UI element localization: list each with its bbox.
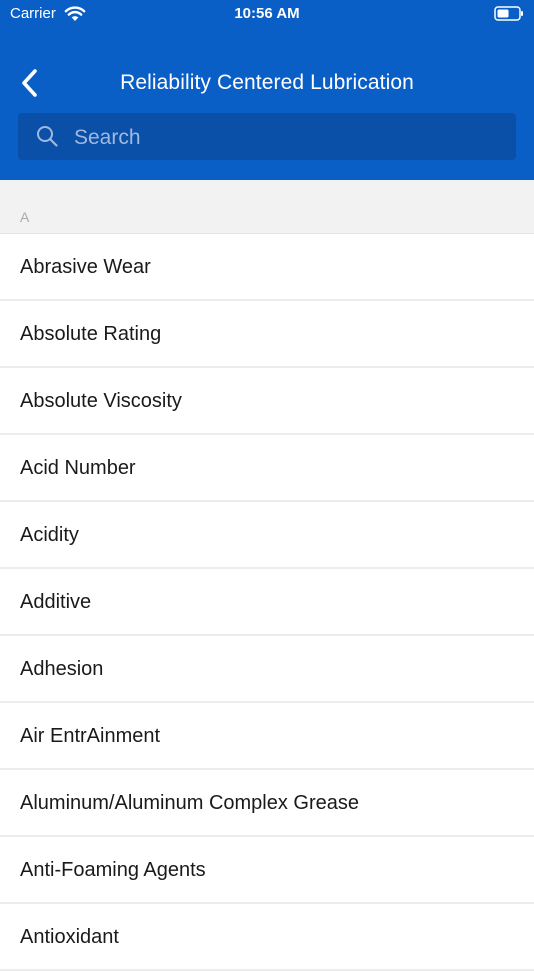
list-item[interactable]: Abrasive Wear xyxy=(0,234,534,301)
clock: 10:56 AM xyxy=(234,5,300,22)
list-item[interactable]: Acidity xyxy=(0,502,534,569)
list-item-label: Aluminum/Aluminum Complex Grease xyxy=(20,792,360,814)
list-item[interactable]: Air EntrAinment xyxy=(0,703,534,770)
list-item[interactable]: Antioxidant xyxy=(0,904,534,971)
navigation-bar: Reliability Centered Lubrication xyxy=(0,56,534,112)
list-item-label: Air EntrAinment xyxy=(20,725,161,747)
term-list: Abrasive Wear Absolute Rating Absolute V… xyxy=(0,234,534,971)
list-item[interactable]: Additive xyxy=(0,569,534,636)
list-item[interactable]: Adhesion xyxy=(0,636,534,703)
list-item-label: Additive xyxy=(20,591,92,613)
section-header: A xyxy=(0,180,534,234)
list-item-label: Absolute Rating xyxy=(20,323,162,345)
chevron-left-icon[interactable] xyxy=(14,66,48,100)
list-item-label: Abrasive Wear xyxy=(20,256,151,278)
list-item[interactable]: Anti-Foaming Agents xyxy=(0,837,534,904)
search-bar[interactable] xyxy=(18,113,516,162)
list-item-label: Acidity xyxy=(20,524,79,546)
list-item[interactable]: Aluminum/Aluminum Complex Grease xyxy=(0,770,534,837)
battery-icon xyxy=(494,6,523,21)
list-item[interactable]: Acid Number xyxy=(0,435,534,502)
search-icon xyxy=(37,126,58,147)
list-item[interactable]: Absolute Rating xyxy=(0,301,534,368)
search-input[interactable] xyxy=(72,113,506,162)
status-bar: Carrier 10:56 AM xyxy=(0,0,534,28)
section-letter: A xyxy=(20,209,30,225)
list-item-label: Adhesion xyxy=(20,658,104,680)
list-item[interactable]: Absolute Viscosity xyxy=(0,368,534,435)
list-item-label: Acid Number xyxy=(20,457,136,479)
list-item-label: Anti-Foaming Agents xyxy=(20,859,206,881)
list-item-label: Antioxidant xyxy=(20,926,119,948)
page-title: Reliability Centered Lubrication xyxy=(120,71,414,94)
list-item-label: Absolute Viscosity xyxy=(20,390,182,412)
top-bar: Carrier 10:56 AM Reliability Centered Lu… xyxy=(0,0,534,180)
